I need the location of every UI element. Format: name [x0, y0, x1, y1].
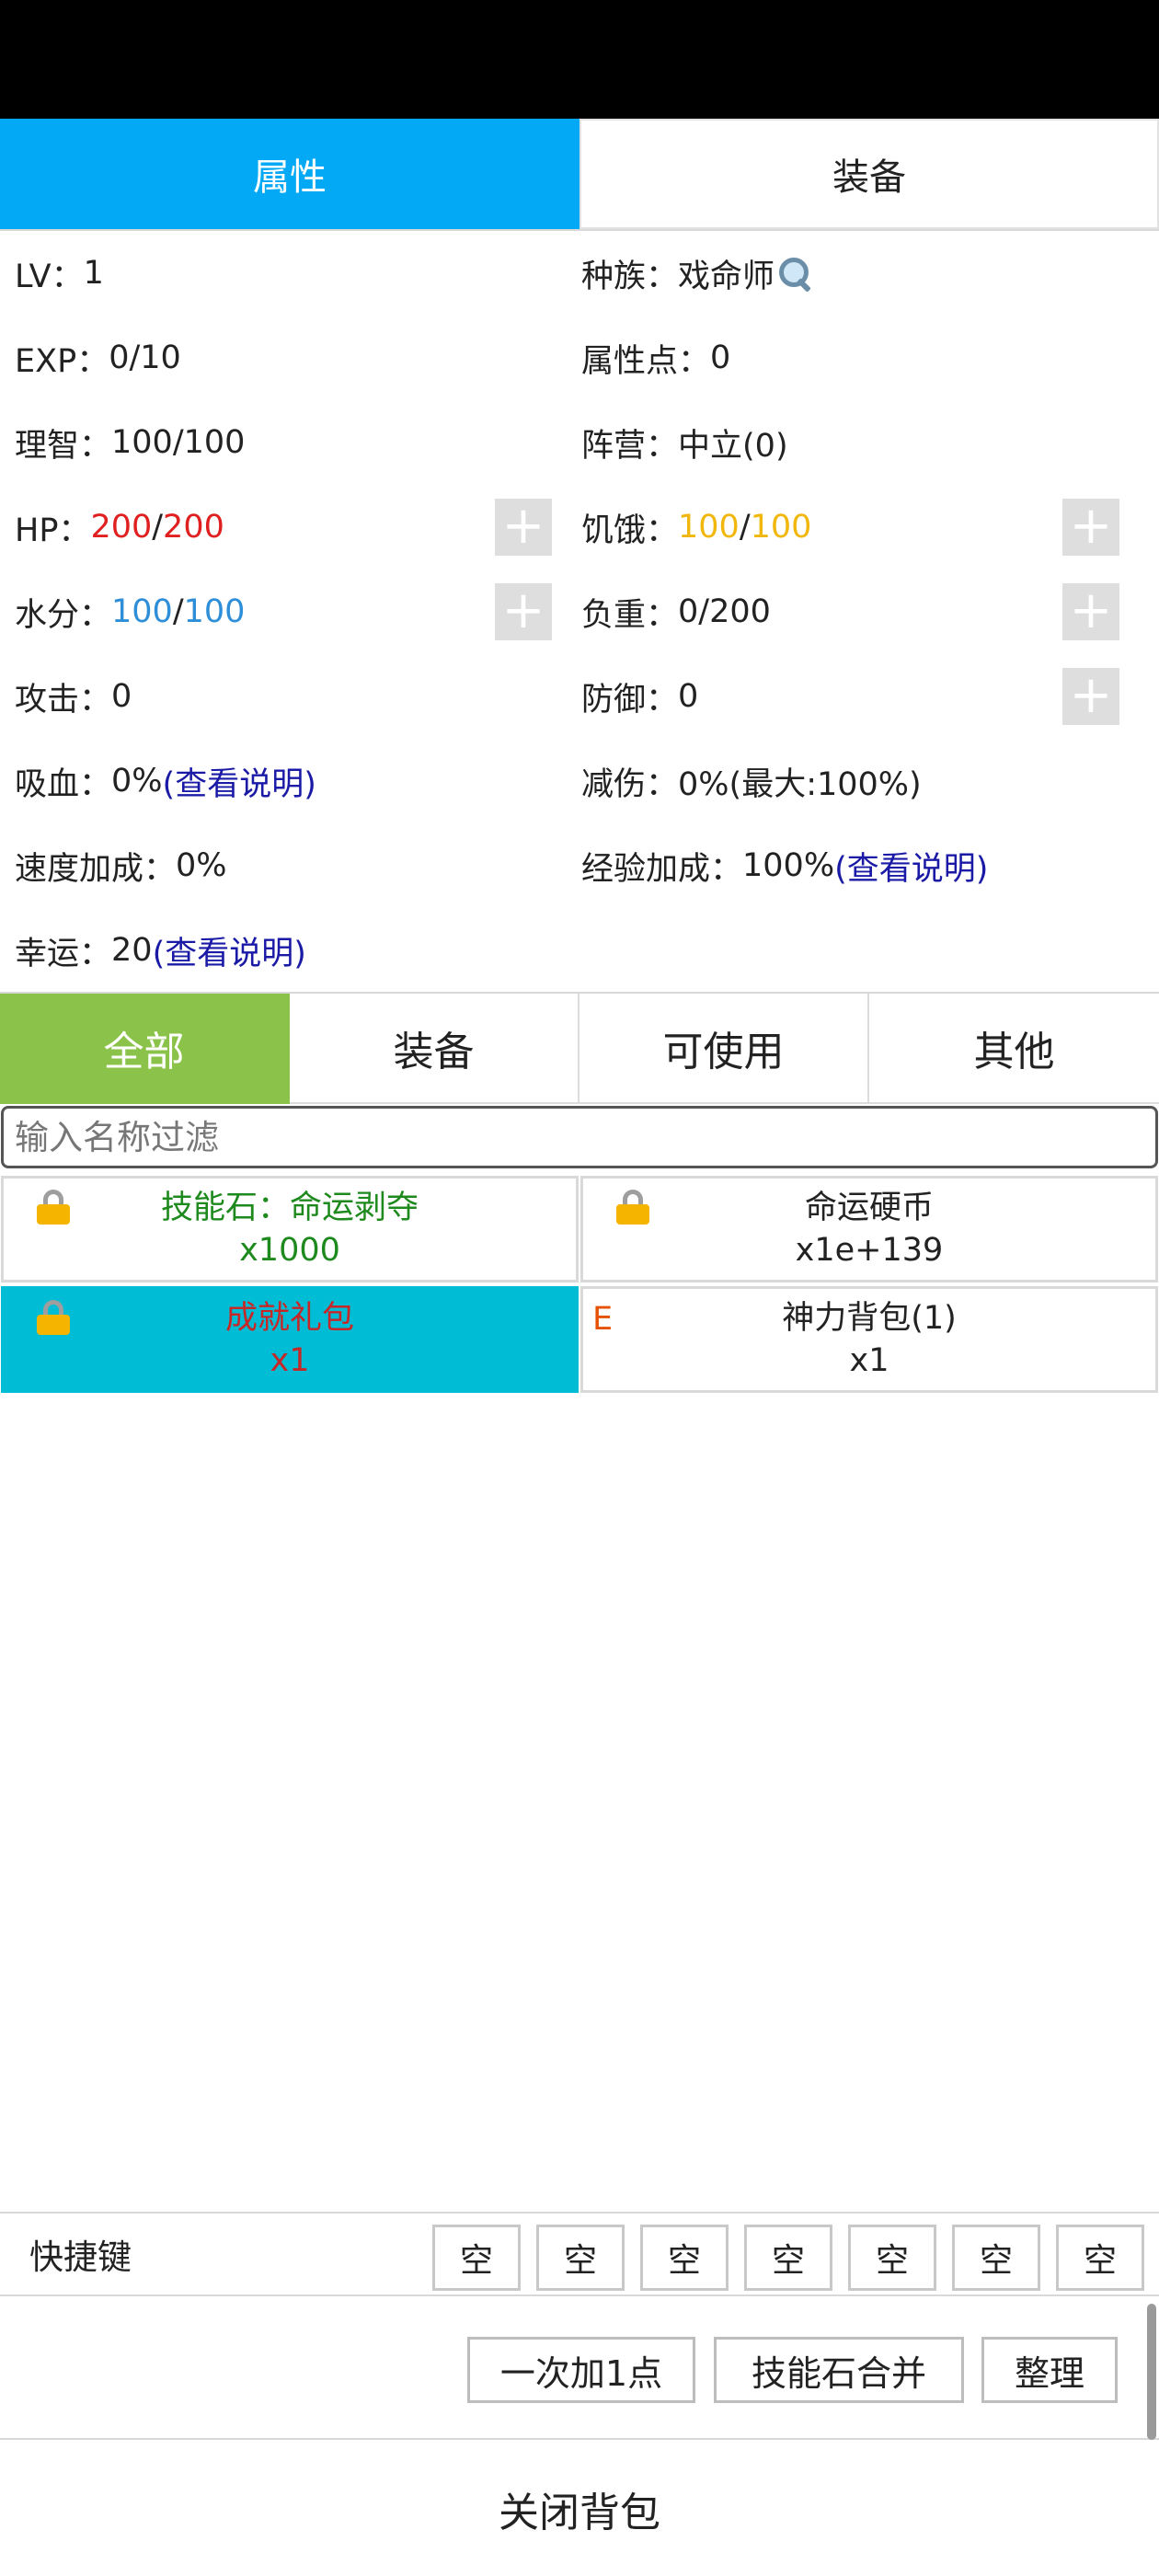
exp-bonus-info-link[interactable]: (查看说明): [834, 843, 988, 890]
item-quantity: x1000: [239, 1232, 340, 1269]
shortcut-slot-7[interactable]: 空: [1056, 2225, 1144, 2291]
item-name: 成就礼包: [224, 1300, 354, 1337]
stat-level: LV： 1: [15, 255, 104, 295]
stat-faction: 阵营： 中立(0): [581, 427, 788, 465]
inventory-item-selected[interactable]: 成就礼包 x1: [1, 1286, 579, 1393]
stat-speed-bonus: 速度加成： 0%: [15, 847, 227, 888]
search-icon[interactable]: [776, 255, 813, 292]
lock-icon: [616, 1190, 649, 1225]
stat-lifesteal: 吸血： 0% (查看说明): [15, 739, 316, 823]
stat-row-1: LV： 1 种族： 戏命师: [0, 231, 1159, 316]
stat-row-7: 吸血： 0% (查看说明) 减伤： 0%(最大:100%): [0, 739, 1159, 823]
stat-row-4: HP： 200/200 + 饥饿： 100/100 +: [0, 485, 1159, 569]
stat-load: 负重： 0/200: [581, 593, 771, 634]
inventory-item[interactable]: 命运硬币 x1e+139: [580, 1176, 1158, 1282]
close-bag-button[interactable]: 关闭背包: [0, 2442, 1159, 2576]
shortcut-slot-3[interactable]: 空: [640, 2225, 729, 2291]
name-filter-input[interactable]: [1, 1106, 1158, 1168]
status-bar: [0, 0, 1159, 119]
shortcut-label: 快捷键: [29, 2237, 132, 2277]
load-plus-button[interactable]: +: [1062, 583, 1119, 640]
add-one-point-button[interactable]: 一次加1点: [467, 2337, 695, 2403]
item-quantity: x1: [270, 1342, 310, 1379]
item-quantity: x1e+139: [795, 1232, 944, 1269]
inventory-filter-tabs: 全部 装备 可使用 其他: [0, 992, 1159, 1104]
shortcut-bar: 快捷键 空 空 空 空 空 空 空: [0, 2212, 1159, 2296]
action-bar: 一次加1点 技能石合并 整理: [0, 2296, 1159, 2440]
shortcut-slot-5[interactable]: 空: [848, 2225, 936, 2291]
lifesteal-info-link[interactable]: (查看说明): [163, 758, 316, 805]
stat-luck: 幸运： 20 (查看说明): [15, 908, 306, 993]
stat-damage-reduction: 减伤： 0%(最大:100%): [581, 765, 922, 803]
item-name: 神力背包(1): [782, 1300, 957, 1337]
hunger-plus-button[interactable]: +: [1062, 499, 1119, 556]
merge-skill-stones-button[interactable]: 技能石合并: [714, 2337, 964, 2403]
equipped-marker: E: [592, 1301, 614, 1338]
lock-icon: [37, 1300, 70, 1335]
stat-row-8: 速度加成： 0% 经验加成： 100% (查看说明): [0, 823, 1159, 908]
stat-row-6: 攻击： 0 防御： 0 +: [0, 654, 1159, 739]
item-name: 技能石：命运剥夺: [160, 1190, 419, 1226]
shortcut-slot-6[interactable]: 空: [952, 2225, 1040, 2291]
lock-icon: [37, 1190, 70, 1225]
water-plus-button[interactable]: +: [495, 583, 552, 640]
stat-sanity: 理智： 100/100: [15, 424, 246, 465]
stat-row-9: 幸运： 20 (查看说明): [0, 908, 1159, 993]
scrollbar[interactable]: [1147, 2304, 1156, 2440]
stat-hp: HP： 200/200: [15, 509, 224, 549]
stat-row-3: 理智： 100/100 阵营： 中立(0): [0, 400, 1159, 485]
stat-exp: EXP： 0/10: [15, 339, 181, 380]
main-tabs: 属性 装备: [0, 119, 1159, 231]
inventory-item[interactable]: 技能石：命运剥夺 x1000: [1, 1176, 579, 1282]
tab-equipment[interactable]: 装备: [580, 119, 1159, 229]
luck-info-link[interactable]: (查看说明): [153, 927, 306, 974]
stat-defense: 防御： 0: [581, 678, 699, 719]
stat-hunger: 饥饿： 100/100: [581, 509, 812, 549]
filter-tab-other[interactable]: 其他: [869, 994, 1159, 1104]
stat-row-5: 水分： 100/100 + 负重： 0/200 +: [0, 569, 1159, 654]
filter-tab-equipment[interactable]: 装备: [290, 994, 580, 1104]
shortcut-slot-1[interactable]: 空: [432, 2225, 521, 2291]
hp-plus-button[interactable]: +: [495, 499, 552, 556]
stat-race: 种族： 戏命师: [581, 231, 813, 316]
stat-exp-bonus: 经验加成： 100% (查看说明): [581, 823, 988, 908]
stat-water: 水分： 100/100: [15, 593, 246, 634]
tab-attributes[interactable]: 属性: [0, 119, 580, 229]
filter-tab-all[interactable]: 全部: [0, 994, 290, 1104]
sort-button[interactable]: 整理: [981, 2337, 1118, 2403]
defense-plus-button[interactable]: +: [1062, 668, 1119, 725]
item-quantity: x1: [849, 1342, 889, 1379]
item-name: 命运硬币: [804, 1190, 934, 1226]
shortcut-slot-4[interactable]: 空: [744, 2225, 832, 2291]
stat-attack: 攻击： 0: [15, 678, 132, 719]
filter-tab-usable[interactable]: 可使用: [580, 994, 869, 1104]
inventory-item[interactable]: E 神力背包(1) x1: [580, 1286, 1158, 1393]
stat-row-2: EXP： 0/10 属性点： 0: [0, 316, 1159, 400]
stat-attribute-points: 属性点： 0: [581, 339, 731, 380]
shortcut-slot-2[interactable]: 空: [536, 2225, 625, 2291]
